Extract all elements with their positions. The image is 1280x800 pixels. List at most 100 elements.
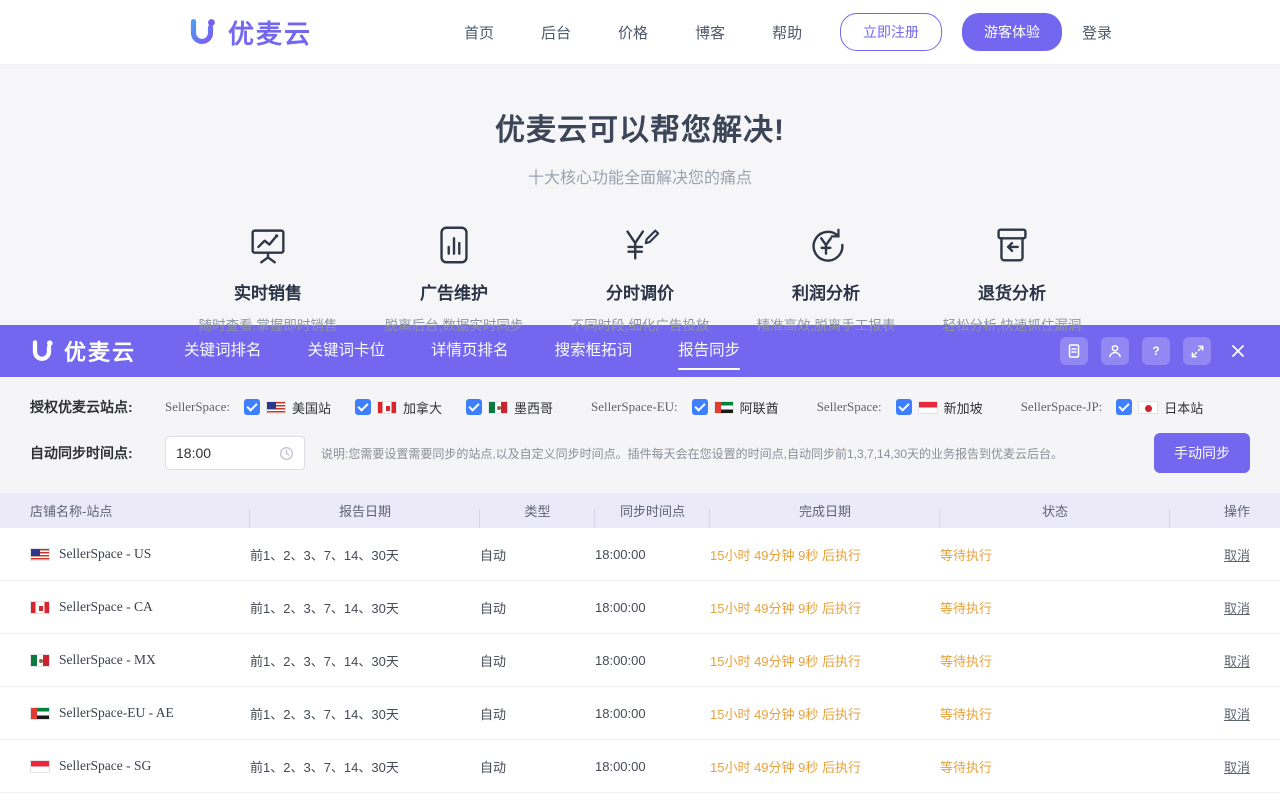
- report-date-cell: 前1、2、3、7、14、30天: [250, 545, 480, 564]
- header-action: 操作: [1170, 501, 1280, 520]
- report-date-cell: 前1、2、3、7、14、30天: [250, 651, 480, 670]
- manual-sync-button[interactable]: 手动同步: [1154, 433, 1250, 473]
- checkbox-checked-icon[interactable]: [244, 399, 260, 415]
- svg-text:?: ?: [1152, 344, 1159, 358]
- tab-keyword-ranking[interactable]: 关键词排名: [184, 325, 262, 377]
- cancel-link[interactable]: 取消: [1224, 654, 1250, 669]
- header-type: 类型: [480, 501, 595, 520]
- completion-cell: 15小时 49分钟 9秒 后执行: [710, 704, 940, 723]
- feature-title: 退货分析: [919, 279, 1105, 304]
- checkbox-checked-icon[interactable]: [896, 399, 912, 415]
- sync-time-value: 18:00: [176, 445, 279, 461]
- nav-item-pricing[interactable]: 价格: [618, 22, 648, 43]
- hero-title: 优麦云可以帮您解决!: [0, 105, 1280, 149]
- fullscreen-icon[interactable]: [1183, 337, 1211, 365]
- sync-time-cell: 18:00:00: [595, 653, 710, 668]
- login-link[interactable]: 登录: [1082, 22, 1112, 43]
- store-cell: SellerSpace - CA: [0, 599, 250, 615]
- tab-report-sync[interactable]: 报告同步: [678, 325, 740, 377]
- extension-logo: 优麦云: [28, 335, 136, 367]
- completion-cell: 15小时 49分钟 9秒 后执行: [710, 598, 940, 617]
- nav-item-home[interactable]: 首页: [464, 22, 494, 43]
- feature-desc: 精准高效,脱离手工报表: [733, 314, 919, 334]
- header-sync-time: 同步时间点: [595, 501, 710, 520]
- nav-item-blog[interactable]: 博客: [695, 22, 725, 43]
- checkbox-checked-icon[interactable]: [1116, 399, 1132, 415]
- tab-keyword-position[interactable]: 关键词卡位: [308, 325, 386, 377]
- checkbox-checked-icon[interactable]: [466, 399, 482, 415]
- ae-flag-icon: [714, 401, 734, 414]
- store-cell: SellerSpace - MX: [0, 652, 250, 668]
- guest-experience-button[interactable]: 游客体验: [962, 13, 1062, 51]
- sync-time-cell: 18:00:00: [595, 706, 710, 721]
- site-checkbox-sg[interactable]: 新加坡: [896, 398, 983, 417]
- ad-maintenance-icon: [361, 222, 547, 268]
- ca-flag-icon: [377, 401, 397, 414]
- checkbox-checked-icon[interactable]: [355, 399, 371, 415]
- report-table-header: 店铺名称-站点 报告日期 类型 同步时间点 完成日期 状态 操作: [0, 493, 1280, 528]
- store-name: SellerSpace-EU - AE: [59, 705, 174, 721]
- cancel-link[interactable]: 取消: [1224, 601, 1250, 616]
- table-row: SellerSpace-EU - AE 前1、2、3、7、14、30天 自动 1…: [0, 687, 1280, 740]
- feature-desc: 轻松分析,快速抓住漏洞: [919, 314, 1105, 334]
- register-button[interactable]: 立即注册: [840, 13, 942, 51]
- site-group-label: SellerSpace-EU:: [591, 399, 678, 415]
- feature-title: 利润分析: [733, 279, 919, 304]
- user-icon[interactable]: [1101, 337, 1129, 365]
- sync-time-row: 自动同步时间点: 18:00 说明:您需要设置需要同步的站点,以及自定义同步时间…: [30, 433, 1250, 473]
- site-group-sellerspace-na: SellerSpace: 美国站 加拿大 墨西哥: [165, 398, 553, 417]
- sync-settings-panel: 授权优麦云站点: SellerSpace: 美国站 加拿大 墨西哥 Seller…: [0, 377, 1280, 493]
- feature-realtime-sales: 实时销售 随时查看,掌握即时销售: [175, 222, 361, 334]
- store-cell: SellerSpace-EU - AE: [0, 705, 250, 721]
- extension-tabs: 关键词排名 关键词卡位 详情页排名 搜索框拓词 报告同步: [184, 325, 740, 377]
- close-icon[interactable]: [1224, 337, 1252, 365]
- sync-time-input[interactable]: 18:00: [165, 436, 305, 470]
- report-table-body: SellerSpace - US 前1、2、3、7、14、30天 自动 18:0…: [0, 528, 1280, 793]
- type-cell: 自动: [480, 598, 595, 617]
- sync-time-cell: 18:00:00: [595, 759, 710, 774]
- profit-analysis-icon: [733, 222, 919, 268]
- site-logo[interactable]: 优麦云: [185, 14, 312, 51]
- checkbox-checked-icon[interactable]: [692, 399, 708, 415]
- completion-cell: 15小时 49分钟 9秒 后执行: [710, 757, 940, 776]
- extension-logo-u-icon: [28, 337, 56, 365]
- report-icon[interactable]: [1060, 337, 1088, 365]
- feature-title: 实时销售: [175, 279, 361, 304]
- store-name: SellerSpace - CA: [59, 599, 153, 615]
- top-navigation: 优麦云 首页 后台 价格 博客 帮助 立即注册 游客体验 登录: [0, 0, 1280, 65]
- help-icon[interactable]: ?: [1142, 337, 1170, 365]
- feature-return-analysis: 退货分析 轻松分析,快速抓住漏洞: [919, 222, 1105, 334]
- site-checkbox-mx[interactable]: 墨西哥: [466, 398, 553, 417]
- price-adjust-icon: [547, 222, 733, 268]
- feature-profit-analysis: 利润分析 精准高效,脱离手工报表: [733, 222, 919, 334]
- mx-flag-icon: [30, 654, 50, 667]
- site-checkbox-jp[interactable]: 日本站: [1116, 398, 1203, 417]
- report-date-cell: 前1、2、3、7、14、30天: [250, 757, 480, 776]
- cancel-link[interactable]: 取消: [1224, 707, 1250, 722]
- store-name: SellerSpace - SG: [59, 758, 151, 774]
- cancel-link[interactable]: 取消: [1224, 548, 1250, 563]
- sg-flag-icon: [918, 401, 938, 414]
- nav-item-backend[interactable]: 后台: [541, 22, 571, 43]
- sg-flag-icon: [30, 760, 50, 773]
- site-group-label: SellerSpace:: [165, 399, 230, 415]
- ca-flag-icon: [30, 601, 50, 614]
- report-date-cell: 前1、2、3、7、14、30天: [250, 704, 480, 723]
- site-group-sellerspace-jp: SellerSpace-JP: 日本站: [1021, 398, 1204, 417]
- us-flag-icon: [266, 401, 286, 414]
- nav-item-help[interactable]: 帮助: [772, 22, 802, 43]
- status-badge: 等待执行: [940, 598, 1170, 617]
- feature-price-adjust: 分时调价 不同时段,细化广告投放: [547, 222, 733, 334]
- cancel-link[interactable]: 取消: [1224, 760, 1250, 775]
- site-checkbox-ca[interactable]: 加拿大: [355, 398, 442, 417]
- status-badge: 等待执行: [940, 757, 1170, 776]
- tab-search-box-words[interactable]: 搜索框拓词: [555, 325, 633, 377]
- store-cell: SellerSpace - SG: [0, 758, 250, 774]
- status-badge: 等待执行: [940, 704, 1170, 723]
- site-checkbox-us[interactable]: 美国站: [244, 398, 331, 417]
- site-name: 阿联酋: [740, 398, 779, 417]
- table-row: SellerSpace - SG 前1、2、3、7、14、30天 自动 18:0…: [0, 740, 1280, 793]
- authorized-sites-label: 授权优麦云站点:: [30, 397, 165, 417]
- site-checkbox-ae[interactable]: 阿联酋: [692, 398, 779, 417]
- tab-detail-page-ranking[interactable]: 详情页排名: [431, 325, 509, 377]
